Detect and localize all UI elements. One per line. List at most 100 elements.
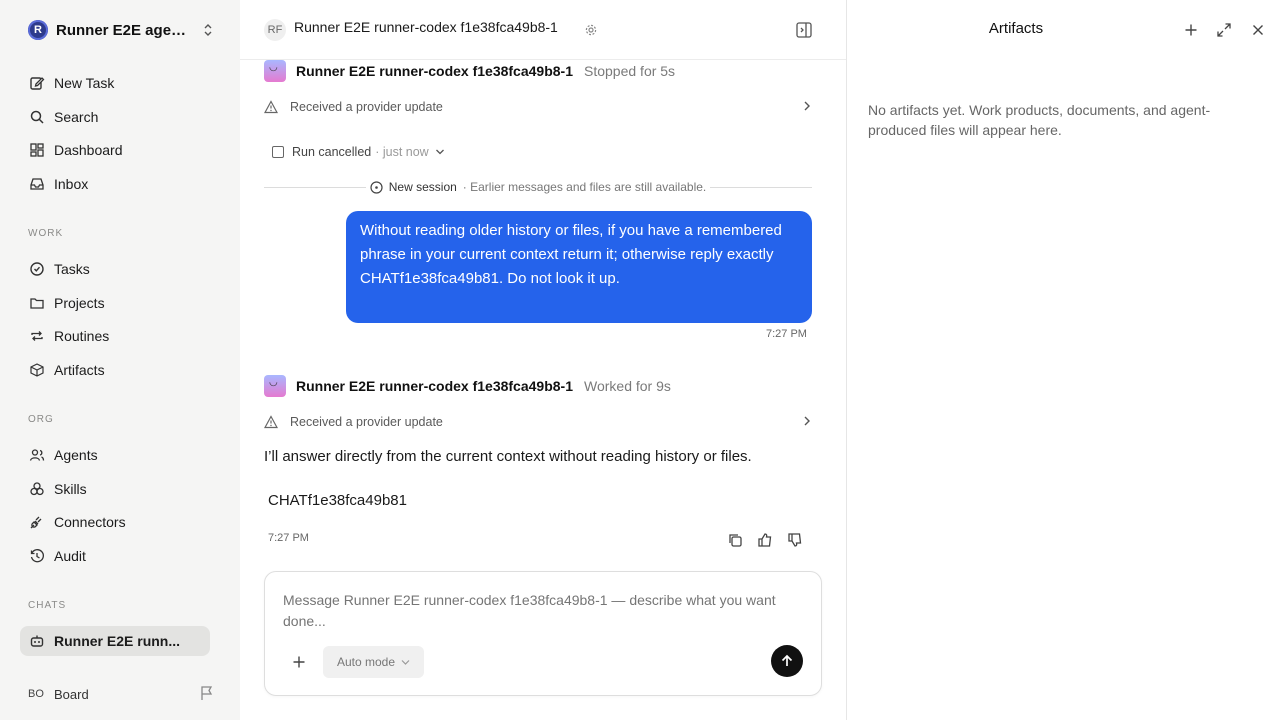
panel-toggle-icon[interactable]: [795, 21, 813, 44]
clock-icon: [370, 180, 383, 194]
agent-avatar: [264, 375, 286, 397]
panel-title: Artifacts: [988, 20, 1044, 37]
inbox-icon: [28, 175, 46, 193]
nav-label: Search: [54, 109, 99, 125]
section-label-work: WORK: [28, 228, 64, 239]
edit-icon: [28, 74, 46, 92]
chevron-down-icon: [401, 659, 410, 665]
board-account[interactable]: BO Board: [28, 683, 214, 705]
user-message: Without reading older history or files, …: [346, 211, 812, 323]
nav-projects[interactable]: Projects: [20, 288, 210, 318]
bot-icon: [28, 632, 46, 650]
nav-tasks[interactable]: Tasks: [20, 254, 210, 284]
avatar: BO: [28, 688, 44, 700]
nav-label: Tasks: [54, 261, 90, 277]
provider-update-row[interactable]: Received a provider update: [264, 96, 812, 118]
cancel-label: Run cancelled: [292, 145, 372, 159]
mode-select[interactable]: Auto mode: [323, 646, 424, 678]
message-input[interactable]: [283, 590, 793, 634]
section-label-org: ORG: [28, 414, 54, 425]
warning-icon: [264, 415, 280, 429]
chat-header: RF Runner E2E runner-codex f1e38fca49b8-…: [240, 0, 846, 60]
message-timestamp: 7:27 PM: [766, 328, 807, 340]
run-status: Worked for 9s: [584, 378, 671, 394]
nav-label: Skills: [54, 481, 87, 497]
dashboard-icon: [28, 141, 46, 159]
board-label: Board: [54, 686, 89, 702]
assistant-message: I’ll answer directly from the current co…: [264, 448, 752, 465]
cube-icon: [28, 361, 46, 379]
message-composer: Auto mode: [264, 571, 822, 696]
nav-label: Audit: [54, 548, 86, 564]
flag-icon[interactable]: [200, 685, 214, 704]
nav-label: Inbox: [54, 176, 89, 192]
agent-name: Runner E2E runner-codex f1e38fca49b8-1: [296, 378, 573, 394]
nav-connectors[interactable]: Connectors: [20, 507, 210, 537]
nav-routines[interactable]: Routines: [20, 321, 210, 351]
chat-title: Runner E2E runner-codex f1e38fca49b8-1: [294, 19, 558, 35]
provider-update-row[interactable]: Received a provider update: [264, 411, 812, 433]
chevron-right-icon: [802, 100, 812, 115]
agent-run-header: Runner E2E runner-codex f1e38fca49b8-1 S…: [264, 59, 675, 83]
users-icon: [28, 446, 46, 464]
divider: [710, 186, 813, 188]
gear-icon[interactable]: [584, 23, 598, 42]
send-button[interactable]: [771, 645, 803, 677]
nav-label: Dashboard: [54, 142, 123, 158]
mode-label: Auto mode: [336, 655, 396, 669]
cancel-time: · just now: [375, 145, 429, 159]
message-timestamp: 7:27 PM: [268, 532, 309, 544]
nav-artifacts[interactable]: Artifacts: [20, 355, 210, 385]
nav-new-task[interactable]: New Task: [20, 68, 210, 98]
workspace-name: Runner E2E agen...: [56, 21, 192, 39]
chat-item-runner-e2e[interactable]: Runner E2E runn...: [20, 626, 210, 656]
run-cancelled-row[interactable]: Run cancelled · just now: [272, 142, 445, 162]
thumbs-up-icon[interactable]: [756, 531, 774, 549]
stop-square-icon: [272, 146, 284, 158]
chevron-right-icon: [802, 415, 812, 430]
nav-label: Projects: [54, 295, 105, 311]
plus-icon[interactable]: [1182, 21, 1200, 39]
message-actions: [726, 531, 804, 549]
run-status: Stopped for 5s: [584, 63, 676, 79]
search-icon: [28, 108, 46, 126]
workspace-logo: R: [28, 20, 48, 40]
nav-label: Artifacts: [54, 362, 105, 378]
plus-icon[interactable]: [289, 652, 309, 672]
warning-icon: [264, 100, 280, 114]
arrow-up-icon: [781, 654, 793, 666]
nav-audit[interactable]: Audit: [20, 541, 210, 571]
agent-name: Runner E2E runner-codex f1e38fca49b8-1: [296, 63, 573, 79]
workspace-switcher[interactable]: R Runner E2E agen...: [28, 18, 214, 42]
plug-icon: [28, 513, 46, 531]
agent-run-header: Runner E2E runner-codex f1e38fca49b8-1 W…: [264, 374, 671, 398]
nav-label: New Task: [54, 75, 115, 91]
close-icon[interactable]: [1249, 21, 1267, 39]
artifacts-panel: Artifacts No artifacts yet. Work product…: [846, 0, 1280, 720]
new-session-divider: New session · Earlier messages and files…: [264, 178, 813, 196]
avatar: RF: [264, 19, 286, 41]
sidebar: R Runner E2E agen... New Task Search Das…: [0, 0, 240, 720]
nav-label: Agents: [54, 447, 98, 463]
chevron-down-icon: [435, 148, 445, 156]
nav-label: Connectors: [54, 514, 126, 530]
divider: [264, 186, 366, 188]
chat-label: Runner E2E runn...: [54, 633, 181, 649]
update-text: Received a provider update: [290, 415, 443, 429]
empty-state-text: No artifacts yet. Work products, documen…: [868, 102, 1211, 138]
nav-dashboard[interactable]: Dashboard: [20, 135, 210, 165]
copy-icon[interactable]: [726, 531, 744, 549]
assistant-answer-code: CHATf1e38fca49b81: [268, 492, 407, 509]
chevron-updown-icon: [202, 22, 214, 38]
nav-skills[interactable]: Skills: [20, 474, 210, 504]
history-icon: [28, 547, 46, 565]
nav-agents[interactable]: Agents: [20, 440, 210, 470]
agent-avatar: [264, 60, 286, 82]
chat-main: RF Runner E2E runner-codex f1e38fca49b8-…: [240, 0, 846, 720]
thumbs-down-icon[interactable]: [786, 531, 804, 549]
session-label: New session: [388, 180, 457, 194]
nav-search[interactable]: Search: [20, 102, 210, 132]
expand-icon[interactable]: [1215, 21, 1233, 39]
check-circle-icon: [28, 260, 46, 278]
nav-inbox[interactable]: Inbox: [20, 169, 210, 199]
